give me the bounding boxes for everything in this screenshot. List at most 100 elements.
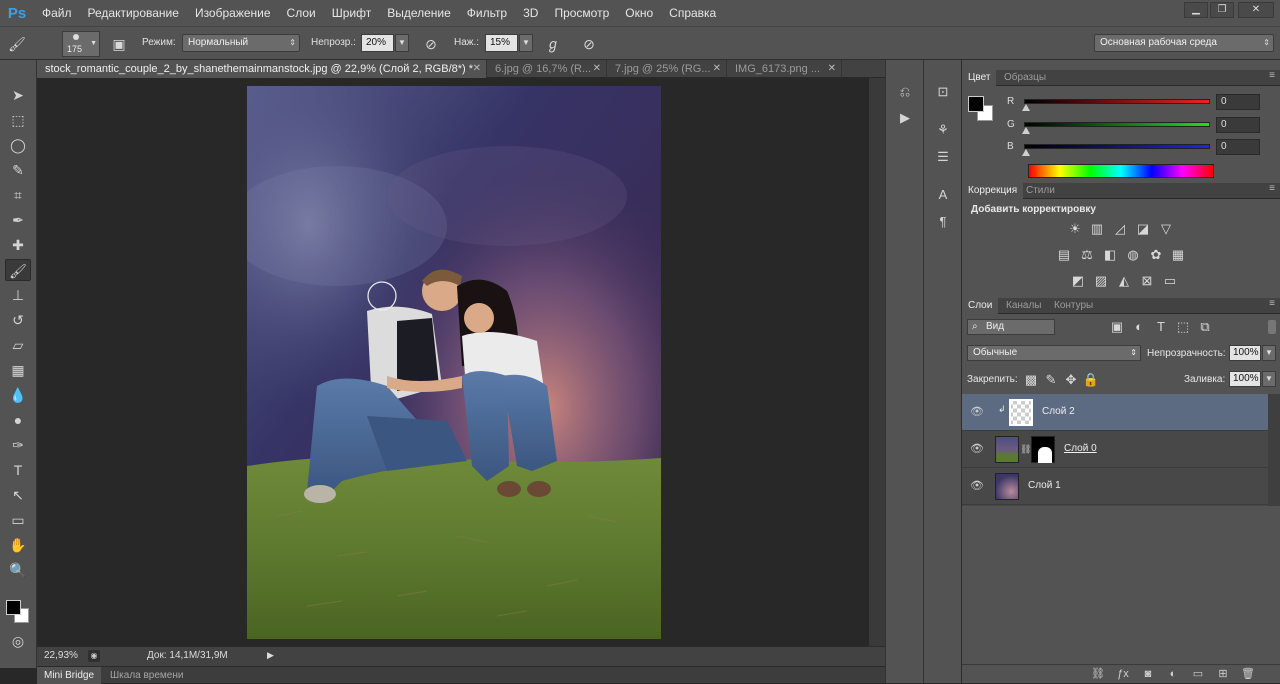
- actions-play-icon[interactable]: ▶: [894, 108, 916, 128]
- character-icon[interactable]: A: [932, 185, 954, 205]
- lasso-tool-icon[interactable]: ◯: [5, 134, 31, 156]
- tab-document-active[interactable]: stock_romantic_couple_2_by_shanethemainm…: [37, 60, 487, 78]
- layer-name[interactable]: Слой 2: [1042, 406, 1075, 417]
- close-window-button[interactable]: ✕: [1238, 2, 1274, 18]
- flow-dropdown[interactable]: ▼: [519, 34, 533, 52]
- add-mask-icon[interactable]: ◙: [1140, 667, 1156, 681]
- filter-shape-icon[interactable]: ⬚: [1174, 318, 1192, 336]
- foreground-color-swatch[interactable]: [6, 600, 21, 615]
- menu-layers[interactable]: Слои: [279, 0, 324, 26]
- clone-stamp-tool-icon[interactable]: ⊥: [5, 284, 31, 306]
- filter-pixel-icon[interactable]: ▣: [1108, 318, 1126, 336]
- menu-file[interactable]: Файл: [34, 0, 80, 26]
- pressure-size-icon[interactable]: ⊘: [580, 35, 598, 53]
- minimize-button[interactable]: ▁: [1184, 2, 1208, 18]
- flow-field[interactable]: 15%: [485, 34, 518, 52]
- eyedropper-tool-icon[interactable]: ✒: [5, 209, 31, 231]
- brush-preset-picker[interactable]: 175 ▼: [62, 31, 100, 57]
- document-canvas[interactable]: [247, 86, 661, 639]
- curves-icon[interactable]: ◿: [1111, 220, 1129, 238]
- zoom-level[interactable]: 22,93%: [44, 650, 78, 661]
- red-slider[interactable]: R 0: [1007, 94, 1274, 114]
- tab-styles[interactable]: Стили: [1020, 183, 1061, 199]
- opacity-field[interactable]: 20%: [361, 34, 394, 52]
- vibrance-icon[interactable]: ▽: [1157, 220, 1175, 238]
- brush-tool-icon[interactable]: 🖌: [5, 259, 31, 281]
- brightness-icon[interactable]: ☀: [1066, 220, 1084, 238]
- color-balance-icon[interactable]: ⚖: [1078, 246, 1096, 264]
- fill-dropdown[interactable]: ▼: [1262, 371, 1276, 387]
- menu-image[interactable]: Изображение: [187, 0, 279, 26]
- invert-icon[interactable]: ◩: [1069, 272, 1087, 290]
- new-layer-icon[interactable]: ⊞: [1215, 667, 1231, 681]
- layer-row[interactable]: 👁 Слой 1: [962, 468, 1268, 505]
- mode-select[interactable]: Нормальный ⇕: [182, 34, 300, 52]
- red-value[interactable]: 0: [1216, 94, 1260, 110]
- workspace-select[interactable]: Основная рабочая среда ⇕: [1094, 34, 1274, 52]
- panel-menu-icon[interactable]: ≡: [1269, 70, 1275, 81]
- new-group-icon[interactable]: ▭: [1190, 667, 1206, 681]
- tab-swatches[interactable]: Образцы: [998, 70, 1052, 86]
- blend-mode-select[interactable]: Обычные ⇕: [967, 345, 1141, 361]
- layer-name[interactable]: Слой 0: [1064, 443, 1097, 454]
- menu-edit[interactable]: Редактирование: [80, 0, 187, 26]
- brush-tool-icon[interactable]: 🖌: [8, 35, 26, 53]
- hand-tool-icon[interactable]: ✋: [5, 534, 31, 556]
- rectangle-tool-icon[interactable]: ▭: [5, 509, 31, 531]
- tab-channels[interactable]: Каналы: [1000, 298, 1048, 314]
- menu-type[interactable]: Шрифт: [324, 0, 379, 26]
- new-adjustment-icon[interactable]: ◐: [1165, 667, 1181, 681]
- menu-filter[interactable]: Фильтр: [459, 0, 515, 26]
- healing-brush-tool-icon[interactable]: ✚: [5, 234, 31, 256]
- layer-filter-select[interactable]: ⌕ Вид: [967, 319, 1055, 335]
- blue-track[interactable]: [1024, 144, 1210, 149]
- history-brush-tool-icon[interactable]: ↺: [5, 309, 31, 331]
- lock-all-icon[interactable]: 🔒: [1082, 371, 1100, 389]
- eraser-tool-icon[interactable]: ▱: [5, 334, 31, 356]
- lock-position-icon[interactable]: ✥: [1062, 371, 1080, 389]
- eye-icon[interactable]: 👁: [970, 479, 984, 493]
- red-track[interactable]: [1024, 99, 1210, 104]
- fill-field[interactable]: 100%: [1229, 371, 1261, 387]
- history-icon[interactable]: ⎌: [894, 82, 916, 102]
- pen-tool-icon[interactable]: ✑: [5, 434, 31, 456]
- layer-thumbnail[interactable]: [995, 473, 1019, 500]
- vertical-scrollbar[interactable]: [869, 78, 885, 646]
- layer-thumbnail[interactable]: [995, 436, 1019, 463]
- lock-transparent-icon[interactable]: ▩: [1022, 371, 1040, 389]
- tab-adjustments[interactable]: Коррекция: [962, 183, 1024, 199]
- opacity-dropdown[interactable]: ▼: [395, 34, 409, 52]
- tab-layers[interactable]: Слои: [962, 298, 999, 314]
- foreground-color-swatch[interactable]: [968, 96, 984, 112]
- status-menu-arrow-icon[interactable]: ▶: [267, 650, 274, 661]
- camera-raw-icon[interactable]: ⊡: [932, 82, 954, 102]
- close-icon[interactable]: ✕: [473, 60, 481, 78]
- layer-style-icon[interactable]: ƒx: [1115, 667, 1131, 681]
- selective-color-icon[interactable]: ⊠: [1138, 272, 1156, 290]
- posterize-icon[interactable]: ▨: [1092, 272, 1110, 290]
- blue-thumb[interactable]: [1022, 149, 1030, 156]
- panel-menu-icon[interactable]: ≡: [1269, 298, 1275, 309]
- restore-button[interactable]: ❐: [1210, 2, 1234, 18]
- blue-value[interactable]: 0: [1216, 139, 1260, 155]
- filter-adjustment-icon[interactable]: ◐: [1130, 318, 1148, 336]
- levels-icon[interactable]: ▥: [1088, 220, 1106, 238]
- menu-window[interactable]: Окно: [617, 0, 661, 26]
- tab-timeline[interactable]: Шкала времени: [103, 667, 190, 684]
- blue-slider[interactable]: B 0: [1007, 139, 1274, 159]
- opacity-dropdown[interactable]: ▼: [1262, 345, 1276, 361]
- tab-color[interactable]: Цвет: [962, 70, 997, 86]
- adjust-sliders-icon[interactable]: ☰: [932, 147, 954, 167]
- link-layers-icon[interactable]: ⛓: [1090, 667, 1106, 681]
- tab-document[interactable]: 6.jpg @ 16,7% (R... ✕: [487, 60, 607, 78]
- quick-select-tool-icon[interactable]: ✎: [5, 159, 31, 181]
- layer-name[interactable]: Слой 1: [1028, 480, 1061, 491]
- photo-filter-icon[interactable]: ◍: [1124, 246, 1142, 264]
- layers-scrollbar[interactable]: [1268, 394, 1280, 506]
- black-white-icon[interactable]: ◧: [1101, 246, 1119, 264]
- layer-opacity-field[interactable]: 100%: [1229, 345, 1261, 361]
- menu-3d[interactable]: 3D: [515, 0, 546, 26]
- panel-menu-icon[interactable]: ≡: [1269, 183, 1275, 194]
- layer-mask-thumbnail[interactable]: [1031, 436, 1055, 463]
- marquee-tool-icon[interactable]: ⬚: [5, 109, 31, 131]
